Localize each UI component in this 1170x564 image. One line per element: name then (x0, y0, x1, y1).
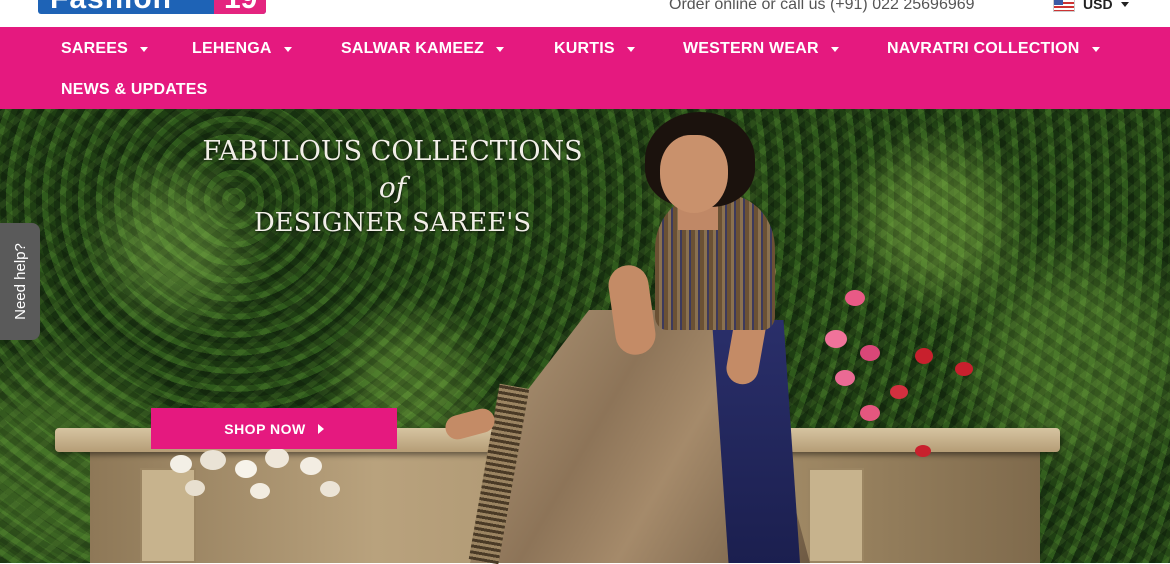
logo-accent-text: 19 (224, 0, 257, 14)
pink-flowers-image (805, 290, 1005, 460)
currency-label: USD (1083, 0, 1113, 12)
order-contact-text: Order online or call us (+91) 022 256969… (669, 0, 975, 13)
chevron-down-icon (1120, 1, 1129, 7)
nav-item-label: NAVRATRI COLLECTION (887, 40, 1080, 57)
nav-item-western-wear[interactable]: WESTERN WEAR (683, 40, 839, 58)
nav-item-navratri-collection[interactable]: NAVRATRI COLLECTION (887, 40, 1100, 58)
currency-selector[interactable]: USD (1053, 0, 1129, 12)
chevron-down-icon (283, 47, 292, 52)
nav-item-label: WESTERN WEAR (683, 40, 819, 57)
chevron-down-icon (626, 47, 635, 52)
chevron-down-icon (496, 47, 505, 52)
chevron-down-icon (140, 47, 148, 52)
chevron-down-icon (1091, 47, 1100, 52)
headline-line-2: of (378, 171, 407, 204)
nav-item-label: SAREES (61, 40, 128, 57)
model-face (660, 135, 728, 213)
white-flowers-image (160, 445, 360, 515)
nav-item-label: NEWS & UPDATES (61, 81, 208, 98)
nav-item-label: KURTIS (554, 40, 615, 57)
headline-line-3: DESIGNER SAREE'S (253, 208, 532, 238)
chevron-right-icon (317, 423, 324, 434)
bench-panel (808, 468, 864, 563)
need-help-tab[interactable]: Need help? (0, 223, 40, 340)
nav-item-lehenga[interactable]: LEHENGA (192, 40, 292, 58)
nav-item-news-updates[interactable]: NEWS & UPDATES (61, 81, 208, 99)
top-bar: Fashion 19 Order online or call us (+91)… (0, 0, 1170, 27)
logo-accent: 19 (214, 0, 266, 14)
shop-now-label: SHOP NOW (224, 420, 306, 437)
us-flag-icon (1053, 0, 1075, 12)
site-logo[interactable]: Fashion 19 (38, 0, 266, 14)
need-help-label: Need help? (11, 243, 29, 320)
logo-text: Fashion (50, 0, 172, 14)
headline-line-1: FABULOUS COLLECTIONS (202, 136, 583, 167)
nav-item-salwar-kameez[interactable]: SALWAR KAMEEZ (341, 40, 505, 58)
nav-item-label: LEHENGA (192, 40, 272, 57)
nav-item-sarees[interactable]: SAREES (61, 40, 148, 58)
shop-now-button[interactable]: SHOP NOW (151, 408, 397, 449)
main-navigation: SAREES LEHENGA SALWAR KAMEEZ KURTIS WEST… (0, 27, 1170, 109)
nav-item-label: SALWAR KAMEEZ (341, 40, 485, 57)
chevron-down-icon (830, 47, 839, 52)
nav-item-kurtis[interactable]: KURTIS (554, 40, 635, 58)
hero-headline: FABULOUS COLLECTIONS of DESIGNER SAREE'S (200, 135, 585, 239)
